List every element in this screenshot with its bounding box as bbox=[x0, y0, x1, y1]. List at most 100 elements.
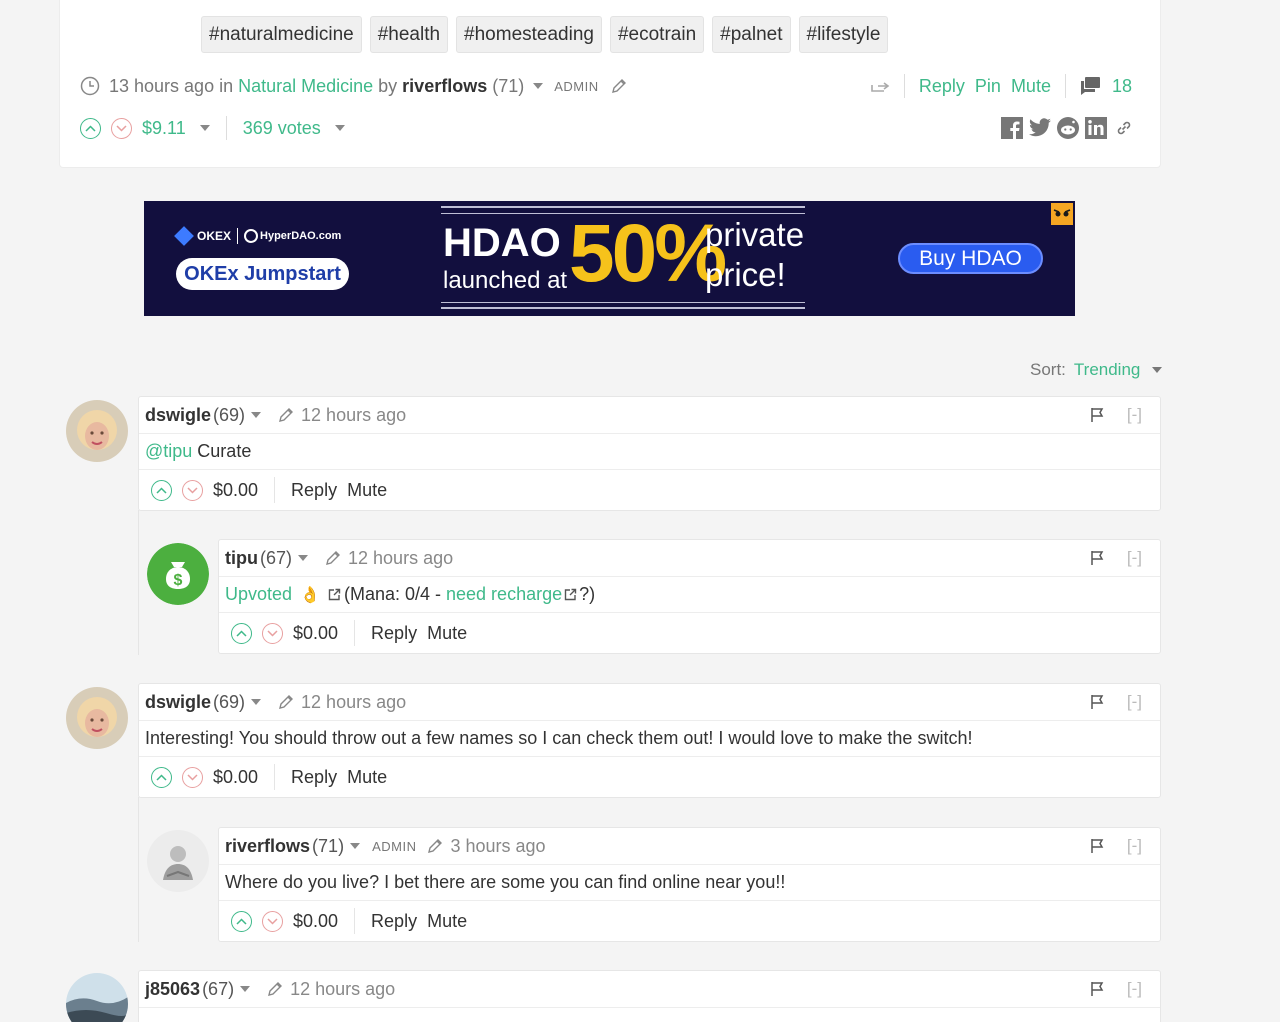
tag-lifestyle[interactable]: #lifestyle bbox=[798, 16, 889, 53]
share-buttons bbox=[1000, 116, 1136, 140]
flag-icon[interactable] bbox=[1090, 550, 1104, 571]
upvote-icon[interactable] bbox=[231, 622, 252, 644]
comment-header: dswigle (69) 12 hours ago [-] bbox=[139, 397, 1160, 434]
link-icon[interactable] bbox=[1112, 116, 1136, 140]
external-link-icon[interactable] bbox=[564, 588, 577, 601]
flag-icon[interactable] bbox=[1090, 694, 1104, 715]
comment-count[interactable]: 18 bbox=[1112, 76, 1132, 97]
chevron-down-icon[interactable] bbox=[251, 699, 262, 705]
comment-author[interactable]: tipu bbox=[225, 548, 258, 569]
hyperdao-logo-icon bbox=[244, 229, 259, 243]
buy-hdao-button[interactable]: Buy HDAO bbox=[898, 243, 1043, 274]
collapse-button[interactable]: [-] bbox=[1127, 405, 1142, 425]
comment-payout[interactable]: $0.00 bbox=[213, 767, 258, 788]
recharge-link[interactable]: need recharge bbox=[446, 584, 562, 605]
svg-text:$: $ bbox=[174, 572, 183, 589]
avatar[interactable] bbox=[66, 973, 128, 1022]
mana-end-text: ?) bbox=[579, 584, 596, 604]
avatar[interactable]: $ bbox=[147, 543, 209, 605]
reblog-icon[interactable] bbox=[870, 77, 890, 95]
comments-icon[interactable] bbox=[1080, 76, 1102, 96]
tag-health[interactable]: #health bbox=[369, 16, 449, 53]
chevron-down-icon[interactable] bbox=[350, 843, 361, 849]
ad-decor-line bbox=[441, 302, 805, 303]
chevron-down-icon[interactable] bbox=[240, 986, 251, 992]
post-meta: 13 hours ago in Natural Medicine by rive… bbox=[80, 72, 628, 100]
collapse-button[interactable]: [-] bbox=[1127, 979, 1142, 999]
tag-homesteading[interactable]: #homesteading bbox=[456, 16, 602, 53]
tag-palnet[interactable]: #palnet bbox=[712, 16, 791, 53]
reply-button[interactable]: Reply bbox=[291, 480, 337, 501]
flag-icon[interactable] bbox=[1090, 981, 1104, 1002]
comment-payout[interactable]: $0.00 bbox=[293, 911, 338, 932]
votes-count[interactable]: 369 votes bbox=[243, 118, 321, 139]
external-link-icon[interactable] bbox=[328, 588, 341, 601]
reply-button[interactable]: Reply bbox=[371, 623, 417, 644]
upvote-icon[interactable] bbox=[231, 910, 252, 932]
downvote-icon[interactable] bbox=[111, 117, 132, 139]
collapse-button[interactable]: [-] bbox=[1127, 836, 1142, 856]
comment-body: @tipu Curate bbox=[139, 434, 1160, 470]
reply-button[interactable]: Reply bbox=[371, 911, 417, 932]
ad-private-text: private price! bbox=[705, 215, 804, 295]
comment-text: Where do you live? I bet there are some … bbox=[225, 872, 786, 892]
downvote-icon[interactable] bbox=[182, 479, 203, 501]
author-rep: (69) bbox=[213, 404, 246, 425]
pencil-icon bbox=[277, 406, 295, 424]
reply-button[interactable]: Reply bbox=[919, 76, 965, 97]
downvote-icon[interactable] bbox=[262, 910, 283, 932]
mention-link[interactable]: @tipu bbox=[145, 441, 192, 462]
mute-button[interactable]: Mute bbox=[347, 767, 387, 788]
reddit-icon[interactable] bbox=[1056, 116, 1080, 140]
comment-footer: $0.00 Reply Mute bbox=[219, 613, 1160, 653]
chevron-down-icon[interactable] bbox=[298, 555, 309, 561]
upvoted-link[interactable]: Upvoted bbox=[225, 584, 292, 605]
collapse-button[interactable]: [-] bbox=[1127, 548, 1142, 568]
mute-button[interactable]: Mute bbox=[1011, 76, 1051, 97]
chevron-down-icon[interactable] bbox=[334, 125, 345, 131]
post-actions: Reply Pin Mute 18 bbox=[870, 72, 1132, 100]
mute-button[interactable]: Mute bbox=[347, 480, 387, 501]
ad-choices-icon[interactable] bbox=[1051, 203, 1073, 225]
pin-button[interactable]: Pin bbox=[975, 76, 1001, 97]
mute-button[interactable]: Mute bbox=[427, 911, 467, 932]
community-link[interactable]: Natural Medicine bbox=[238, 76, 373, 97]
sort-dropdown[interactable]: Trending bbox=[1074, 360, 1140, 380]
comment-card: tipu (67) 12 hours ago [-] Upvoted 👌 (Ma… bbox=[218, 539, 1161, 654]
flag-icon[interactable] bbox=[1090, 407, 1104, 428]
chevron-down-icon[interactable] bbox=[251, 412, 262, 418]
comment-payout[interactable]: $0.00 bbox=[293, 623, 338, 644]
chevron-down-icon[interactable] bbox=[1152, 367, 1163, 373]
upvote-icon[interactable] bbox=[151, 479, 172, 501]
post-author[interactable]: riverflows bbox=[402, 76, 487, 97]
downvote-icon[interactable] bbox=[262, 622, 283, 644]
comment-author[interactable]: riverflows bbox=[225, 836, 310, 857]
comment-time: 12 hours ago bbox=[301, 404, 407, 425]
mute-button[interactable]: Mute bbox=[427, 623, 467, 644]
comment-author[interactable]: j85063 bbox=[145, 979, 200, 1000]
facebook-icon[interactable] bbox=[1000, 116, 1024, 140]
upvote-icon[interactable] bbox=[80, 117, 101, 139]
upvote-icon[interactable] bbox=[151, 766, 172, 788]
flag-icon[interactable] bbox=[1090, 838, 1104, 859]
comment-author[interactable]: dswigle bbox=[145, 405, 211, 426]
comment-time: 12 hours ago bbox=[290, 978, 396, 999]
chevron-down-icon[interactable] bbox=[199, 125, 210, 131]
reply-button[interactable]: Reply bbox=[291, 767, 337, 788]
pencil-icon bbox=[610, 77, 628, 95]
collapse-button[interactable]: [-] bbox=[1127, 692, 1142, 712]
twitter-icon[interactable] bbox=[1028, 116, 1052, 140]
avatar[interactable] bbox=[66, 400, 128, 462]
linkedin-icon[interactable] bbox=[1084, 116, 1108, 140]
post-payout[interactable]: $9.11 bbox=[142, 118, 186, 139]
downvote-icon[interactable] bbox=[182, 766, 203, 788]
tag-ecotrain[interactable]: #ecotrain bbox=[609, 16, 705, 53]
chevron-down-icon[interactable] bbox=[533, 83, 544, 89]
ad-private-line: private bbox=[705, 216, 805, 253]
comment-payout[interactable]: $0.00 bbox=[213, 480, 258, 501]
avatar[interactable] bbox=[66, 687, 128, 749]
tag-naturalmedicine[interactable]: #naturalmedicine bbox=[201, 16, 362, 53]
comment-author[interactable]: dswigle bbox=[145, 692, 211, 713]
avatar[interactable] bbox=[147, 830, 209, 892]
ad-banner[interactable]: OKEX HyperDAO.com OKEx Jumpstart HDAO la… bbox=[144, 201, 1075, 316]
